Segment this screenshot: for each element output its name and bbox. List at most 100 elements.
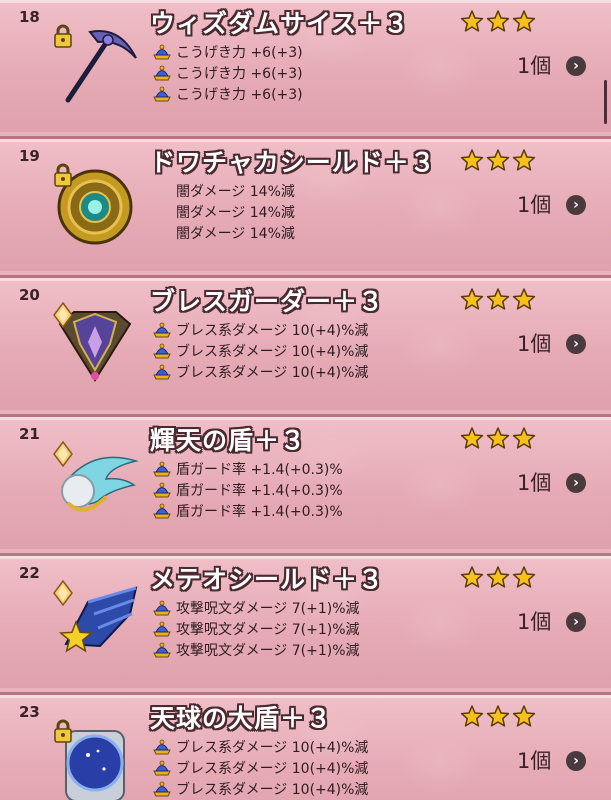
star-icon: [486, 705, 510, 727]
blue-gem-bullet-icon: [153, 343, 171, 359]
star-icon: [460, 10, 484, 32]
star-icon: [460, 149, 484, 171]
stat-text: 闇ダメージ 14%減: [176, 184, 295, 200]
stat-line: こうげき力 +6(+3): [152, 84, 303, 104]
stat-line: こうげき力 +6(+3): [152, 42, 303, 62]
stat-line: 盾ガード率 +1.4(+0.3)%: [152, 459, 343, 479]
list-item[interactable]: 19 ドワチャカシールド＋３ 1個 › 闇ダメージ 14%減 闇ダメージ 14%減…: [0, 136, 611, 271]
star-icon: [486, 427, 510, 449]
blue-gem-bullet-icon: [153, 503, 171, 519]
stat-text: ブレス系ダメージ 10(+4)%減: [176, 344, 369, 360]
star-icon: [460, 288, 484, 310]
star-icon: [512, 566, 536, 588]
item-name: ウィズダムサイス＋３: [150, 9, 410, 38]
item-name: 輝天の盾＋３: [150, 426, 307, 455]
item-number: 20: [19, 286, 40, 304]
rarity-stars: [460, 10, 536, 32]
item-count: 1個: [517, 193, 552, 217]
chevron-right-icon[interactable]: ›: [566, 612, 586, 632]
stat-text: 攻撃呪文ダメージ 7(+1)%減: [176, 622, 360, 638]
blue-gem-bullet-icon: [153, 781, 171, 797]
stat-indent: [152, 182, 176, 200]
chevron-right-icon[interactable]: ›: [566, 195, 586, 215]
item-count: 1個: [517, 610, 552, 634]
stat-text: 攻撃呪文ダメージ 7(+1)%減: [176, 643, 360, 659]
lock-icon: [53, 580, 73, 606]
rarity-stars: [460, 288, 536, 310]
lock-icon: [53, 441, 73, 467]
rarity-stars: [460, 427, 536, 449]
blue-gem-bullet-icon: [153, 461, 171, 477]
list-item[interactable]: 22 メテオシールド＋３ 1個 › 攻撃呪文ダメージ 7(+1)%減 攻撃呪文ダメ…: [0, 553, 611, 688]
stat-text: ブレス系ダメージ 10(+4)%減: [176, 761, 369, 777]
blue-gem-bullet-icon: [153, 739, 171, 755]
item-count: 1個: [517, 332, 552, 356]
stat-line: 盾ガード率 +1.4(+0.3)%: [152, 480, 343, 500]
star-icon: [486, 566, 510, 588]
rarity-stars: [460, 149, 536, 171]
stat-line: ブレス系ダメージ 10(+4)%減: [152, 737, 368, 757]
stat-text: 盾ガード率 +1.4(+0.3)%: [176, 462, 343, 478]
star-icon: [486, 10, 510, 32]
stat-line: ブレス系ダメージ 10(+4)%減: [152, 320, 368, 340]
star-icon: [460, 427, 484, 449]
stat-text: 攻撃呪文ダメージ 7(+1)%減: [176, 601, 360, 617]
stat-indent: [152, 224, 176, 242]
stat-line: 闇ダメージ 14%減: [152, 181, 295, 201]
scrollbar[interactable]: [604, 80, 607, 124]
item-number: 22: [19, 564, 40, 582]
item-name: ドワチャカシールド＋３: [150, 148, 436, 177]
list-item[interactable]: 18 ウィズダムサイス＋３ 1個 › こうげき力 +6(+3) こうげき力 +6(…: [0, 0, 611, 132]
item-number: 21: [19, 425, 40, 443]
stat-text: 盾ガード率 +1.4(+0.3)%: [176, 483, 343, 499]
list-item[interactable]: 23 天球の大盾＋３ 1個 › ブレス系ダメージ 10(+4)%減 ブレス系ダメー…: [0, 692, 611, 800]
stat-line: こうげき力 +6(+3): [152, 63, 303, 83]
stat-line: ブレス系ダメージ 10(+4)%減: [152, 758, 368, 778]
stat-line: 盾ガード率 +1.4(+0.3)%: [152, 501, 343, 521]
chevron-right-icon[interactable]: ›: [566, 751, 586, 771]
lock-icon: [53, 302, 73, 328]
star-icon: [512, 10, 536, 32]
blue-gem-bullet-icon: [153, 760, 171, 776]
stat-text: ブレス系ダメージ 10(+4)%減: [176, 782, 369, 798]
stat-line: 攻撃呪文ダメージ 7(+1)%減: [152, 640, 360, 660]
item-name: メテオシールド＋３: [150, 565, 385, 594]
stat-line: 攻撃呪文ダメージ 7(+1)%減: [152, 619, 360, 639]
blue-gem-bullet-icon: [153, 482, 171, 498]
chevron-right-icon[interactable]: ›: [566, 473, 586, 493]
chevron-right-icon[interactable]: ›: [566, 56, 586, 76]
item-count: 1個: [517, 471, 552, 495]
item-number: 18: [19, 8, 40, 26]
blue-gem-bullet-icon: [153, 65, 171, 81]
item-list[interactable]: 18 ウィズダムサイス＋３ 1個 › こうげき力 +6(+3) こうげき力 +6(…: [0, 0, 611, 800]
stat-text: こうげき力 +6(+3): [176, 87, 303, 103]
blue-gem-bullet-icon: [153, 322, 171, 338]
stat-line: 攻撃呪文ダメージ 7(+1)%減: [152, 598, 360, 618]
lock-icon: [54, 24, 72, 48]
stat-line: ブレス系ダメージ 10(+4)%減: [152, 362, 368, 382]
star-icon: [512, 427, 536, 449]
star-icon: [486, 288, 510, 310]
stat-text: 盾ガード率 +1.4(+0.3)%: [176, 504, 343, 520]
item-number: 23: [19, 703, 40, 721]
stat-text: ブレス系ダメージ 10(+4)%減: [176, 365, 369, 381]
lock-icon: [54, 719, 72, 743]
chevron-right-icon[interactable]: ›: [566, 334, 586, 354]
list-item[interactable]: 20 ブレスガーダー＋３ 1個 › ブレス系ダメージ 10(+4)%減 ブレス系ダ…: [0, 275, 611, 410]
list-item[interactable]: 21 輝天の盾＋３ 1個 › 盾ガード率 +1.4(+0.3)% 盾ガード率 +1…: [0, 414, 611, 549]
star-icon: [460, 566, 484, 588]
rarity-stars: [460, 566, 536, 588]
stat-text: こうげき力 +6(+3): [176, 45, 303, 61]
stat-indent: [152, 203, 176, 221]
stat-text: ブレス系ダメージ 10(+4)%減: [176, 323, 369, 339]
stat-text: ブレス系ダメージ 10(+4)%減: [176, 740, 369, 756]
item-name: ブレスガーダー＋３: [150, 287, 385, 316]
item-name: 天球の大盾＋３: [150, 704, 333, 733]
blue-gem-bullet-icon: [153, 621, 171, 637]
star-icon: [486, 149, 510, 171]
stat-line: 闇ダメージ 14%減: [152, 223, 295, 243]
stat-text: 闇ダメージ 14%減: [176, 226, 295, 242]
stat-line: 闇ダメージ 14%減: [152, 202, 295, 222]
stat-text: こうげき力 +6(+3): [176, 66, 303, 82]
item-number: 19: [19, 147, 40, 165]
